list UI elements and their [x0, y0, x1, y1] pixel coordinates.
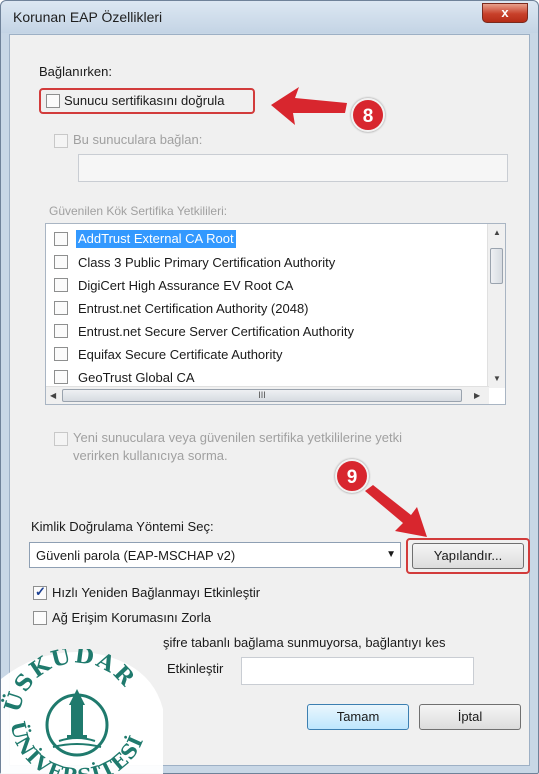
horizontal-scrollbar[interactable]: ◀ III ▶ — [46, 386, 489, 404]
auth-method-select[interactable]: Güvenli parola (EAP-MSCHAP v2) ▼ — [29, 542, 401, 568]
list-item[interactable]: AddTrust External CA Root — [46, 228, 486, 251]
no-prompt-checkbox[interactable] — [54, 432, 68, 446]
ca-label: Equifax Secure Certificate Authority — [78, 347, 283, 362]
ca-label: Entrust.net Certification Authority (204… — [78, 301, 309, 316]
ok-button[interactable]: Tamam — [307, 704, 409, 730]
scroll-down-icon[interactable]: ▼ — [493, 374, 501, 383]
scroll-left-icon[interactable]: ◀ — [50, 391, 56, 400]
ca-label: DigiCert High Assurance EV Root CA — [78, 278, 294, 293]
list-item[interactable]: Equifax Secure Certificate Authority — [46, 343, 486, 366]
nap-label[interactable]: Ağ Erişim Korumasını Zorla — [52, 610, 211, 625]
fast-reconnect-label[interactable]: Hızlı Yeniden Bağlanmayı Etkinleştir — [52, 585, 260, 600]
verify-cert-checkbox[interactable] — [46, 94, 60, 108]
cancel-button[interactable]: İptal — [419, 704, 521, 730]
trusted-ca-list[interactable]: AddTrust External CA Root Class 3 Public… — [45, 223, 506, 405]
list-item[interactable]: Entrust.net Secure Server Certification … — [46, 320, 486, 343]
vertical-scroll-thumb[interactable] — [490, 248, 503, 284]
nap-checkbox[interactable] — [33, 611, 47, 625]
list-item[interactable]: Entrust.net Certification Authority (204… — [46, 297, 486, 320]
fast-reconnect-checkbox[interactable] — [33, 584, 47, 600]
eap-properties-dialog: Korunan EAP Özellikleri x Bağlanırken: S… — [0, 0, 539, 774]
step-8-arrow-icon — [271, 87, 347, 125]
ca-checkbox[interactable] — [54, 255, 68, 269]
auth-method-label: Kimlik Doğrulama Yöntemi Seç: — [31, 519, 214, 534]
trusted-ca-label: Güvenilen Kök Sertifika Yetkilileri: — [49, 204, 228, 218]
auth-method-value: Güvenli parola (EAP-MSCHAP v2) — [36, 548, 236, 563]
connect-servers-label: Bu sunuculara bağlan: — [73, 132, 203, 147]
close-button[interactable]: x — [482, 3, 528, 23]
ca-checkbox[interactable] — [54, 324, 68, 338]
ca-label: Class 3 Public Primary Certification Aut… — [78, 255, 336, 270]
identity-input[interactable] — [241, 657, 474, 685]
university-seal-logo: ÜSKÜDAR ÜNİVERSİTESİ — [1, 649, 163, 774]
servers-input[interactable] — [78, 154, 508, 182]
ca-checkbox[interactable] — [54, 301, 68, 315]
connect-servers-checkbox[interactable] — [54, 134, 68, 148]
chevron-down-icon[interactable]: ▼ — [386, 549, 396, 560]
connect-section-label: Bağlanırken: — [39, 64, 112, 79]
ca-checkbox[interactable] — [54, 278, 68, 292]
ca-checkbox[interactable] — [54, 370, 68, 384]
horizontal-scroll-thumb[interactable]: III — [62, 389, 462, 402]
list-item[interactable]: DigiCert High Assurance EV Root CA — [46, 274, 486, 297]
disconnect-label[interactable]: şifre tabanlı bağlama sunmuyorsa, bağlan… — [163, 635, 446, 650]
ca-label: Entrust.net Secure Server Certification … — [78, 324, 355, 339]
step-8-badge: 8 — [351, 98, 385, 132]
no-prompt-label-line2: verirken kullanıcıya sorma. — [73, 448, 228, 463]
configure-button[interactable]: Yapılandır... — [412, 543, 524, 569]
ca-label: GeoTrust Global CA — [78, 370, 195, 385]
no-prompt-label-line1: Yeni sunuculara veya güvenilen sertifika… — [73, 430, 403, 445]
close-icon: x — [501, 5, 509, 20]
ca-label: AddTrust External CA Root — [76, 230, 236, 248]
ca-checkbox[interactable] — [54, 347, 68, 361]
identity-privacy-label[interactable]: Etkinleştir — [167, 661, 223, 676]
ca-checkbox[interactable] — [54, 232, 68, 246]
list-item[interactable]: Class 3 Public Primary Certification Aut… — [46, 251, 486, 274]
scroll-up-icon[interactable]: ▲ — [493, 228, 501, 237]
verify-cert-label[interactable]: Sunucu sertifikasını doğrula — [64, 93, 224, 108]
vertical-scrollbar[interactable]: ▲ ▼ — [487, 224, 505, 388]
step-9-arrow-icon — [365, 485, 427, 537]
scroll-right-icon[interactable]: ▶ — [474, 391, 480, 400]
title-bar: Korunan EAP Özellikleri x — [1, 1, 538, 33]
dialog-title: Korunan EAP Özellikleri — [13, 9, 163, 25]
